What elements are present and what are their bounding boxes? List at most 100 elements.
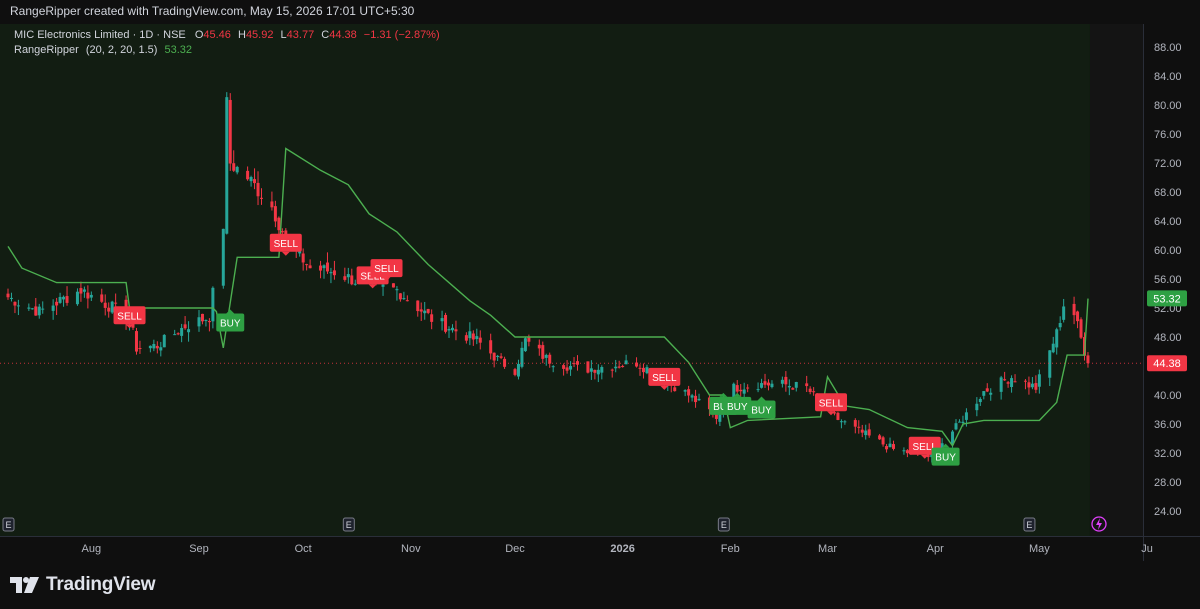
candle-body [593,369,597,373]
candle-body [82,289,86,292]
price-tick-label: 40.00 [1154,390,1182,402]
candle-body [444,314,448,332]
candle [134,327,138,355]
candle-body [1086,355,1090,364]
indicator-name[interactable]: RangeRipper [14,44,79,56]
time-tick-label: Apr [927,543,944,555]
candle-body [37,306,41,316]
candle-body [305,264,309,266]
earnings-marker: E [2,517,15,532]
signal-label: SELL [374,264,399,275]
candle-body [280,230,284,233]
plot-background [0,24,1090,536]
price-tick-label: 76.00 [1154,129,1182,141]
price-tick-label: 28.00 [1154,477,1182,489]
candle-body [791,388,795,390]
candle-body [343,276,347,280]
candle-body [79,288,83,294]
price-tick-label: 24.00 [1154,506,1182,518]
candle-body [683,390,687,392]
earnings-marker: E [717,517,730,532]
candle-body [204,319,208,321]
candle-body [402,298,406,300]
time-tick-label: Nov [401,543,421,555]
candle-body [565,367,569,371]
candle-body [325,262,329,272]
candle-body [867,429,871,436]
candle-body [134,331,138,352]
price-tick-label: 80.00 [1154,100,1182,112]
signal-label: BUY [220,319,241,330]
symbol-title[interactable]: MIC Electronics Limited · 1D · NSE [14,29,186,41]
candle-body [982,391,986,396]
time-tick-label: May [1029,543,1050,555]
candle-body [1072,303,1076,316]
indicator-params: (20, 2, 20, 1.5) [85,44,158,56]
candle-body [1006,382,1010,384]
candle-body [1048,350,1052,378]
tradingview-logo[interactable]: TradingView [10,573,156,597]
price-tick-label: 72.00 [1154,158,1182,170]
candle-body [836,412,840,420]
price-tick-label: 48.00 [1154,332,1182,344]
candle-body [766,382,770,386]
price-tick-label: 56.00 [1154,274,1182,286]
candle-body [544,354,548,358]
candle-body [1051,343,1055,353]
candle-body [273,206,277,222]
earnings-marker: E [342,517,355,532]
candle [836,411,840,421]
candle-body [329,272,333,274]
candle-body [1055,329,1059,348]
candle-body [398,293,402,300]
candle-body [496,355,500,357]
candle-body [381,284,385,287]
chart-area[interactable]: 88.00 84.00 80.00 76.00 72.00 68.00 64.00 60.00… [0,24,1200,561]
candlestick-chart[interactable]: 88.00 84.00 80.00 76.00 72.00 68.00 64.00 60.00… [0,24,1200,561]
candle-body [735,385,739,392]
earnings-marker: E [1023,517,1036,532]
high-label: H [237,29,246,41]
candle-body [89,294,93,298]
candle-body [277,217,281,231]
candle-body [985,388,989,392]
candle [523,336,527,352]
candle-body [621,366,625,368]
candle-body [954,423,958,430]
candle-body [641,367,645,373]
price-tick-label: 64.00 [1154,216,1182,228]
candle-body [426,308,430,313]
candle-body [180,327,184,336]
tradingview-logo-icon [10,575,40,595]
signal-label: BUY [751,406,772,417]
candle [225,92,229,235]
candle-body [138,348,142,350]
candle-body [864,430,868,436]
candle-body [253,179,257,184]
candle-body [645,367,649,374]
time-tick-label: Sep [189,543,209,555]
candle-body [475,336,479,340]
candle-body [30,308,34,310]
candle-body [1023,380,1027,382]
candle-body [350,275,354,285]
candle-body [1076,311,1080,322]
candle-body [107,307,111,312]
candle-body [1079,319,1083,338]
time-tick-label: Oct [295,543,312,555]
candle-body [155,345,159,349]
candle-body [110,301,114,313]
candle-body [569,365,573,370]
candle-body [697,398,701,401]
candle-body [780,379,784,384]
candle-body [100,294,104,302]
candle-body [1034,383,1038,390]
candle-body [885,446,889,450]
candle-body [551,366,555,368]
brand-name: TradingView [46,574,156,595]
candle-body [395,289,399,291]
candle-body [454,329,458,332]
candle-body [419,309,423,312]
candle-body [763,381,767,385]
close-label: C [321,29,330,41]
